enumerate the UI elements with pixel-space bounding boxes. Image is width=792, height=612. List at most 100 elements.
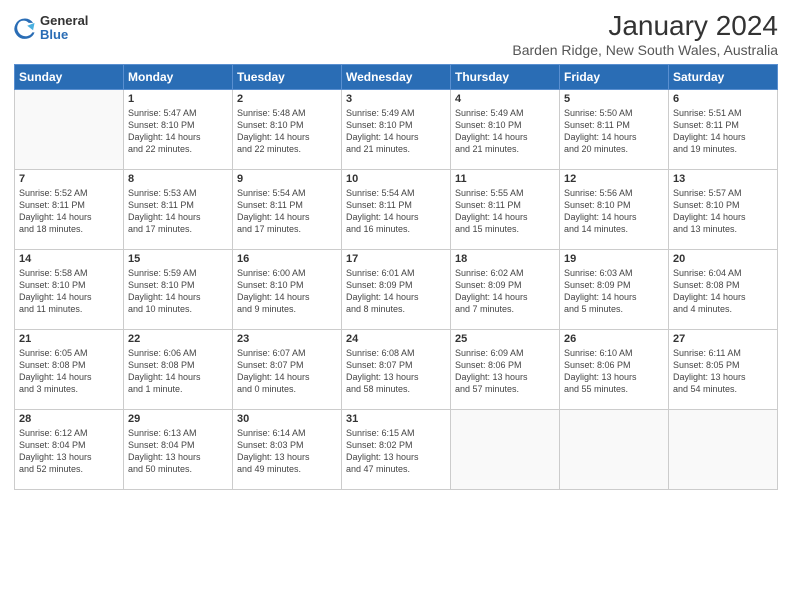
day-number: 28 (19, 413, 119, 425)
col-saturday: Saturday (669, 65, 778, 90)
day-number: 21 (19, 333, 119, 345)
col-friday: Friday (560, 65, 669, 90)
table-row: 31 Sunrise: 6:15 AM Sunset: 8:02 PM Dayli… (342, 410, 451, 490)
day-info: Sunrise: 5:49 AM Sunset: 8:10 PM Dayligh… (346, 107, 446, 156)
day-number: 11 (455, 173, 555, 185)
day-info: Sunrise: 6:11 AM Sunset: 8:05 PM Dayligh… (673, 347, 773, 396)
table-row: 28Sunrise: 6:12 AM Sunset: 8:04 PM Dayli… (15, 410, 124, 490)
day-info: Sunrise: 6:01 AM Sunset: 8:09 PM Dayligh… (346, 267, 446, 316)
table-row: 12Sunrise: 5:56 AM Sunset: 8:10 PM Dayli… (560, 170, 669, 250)
title-area: January 2024 Barden Ridge, New South Wal… (512, 10, 778, 58)
table-row (669, 410, 778, 490)
logo: General Blue (14, 14, 88, 43)
day-number: 7 (19, 173, 119, 185)
day-number: 27 (673, 333, 773, 345)
table-row: 23 Sunrise: 6:07 AM Sunset: 8:07 PM Dayli… (233, 330, 342, 410)
day-number: 4 (455, 93, 555, 105)
table-row: 26 Sunrise: 6:10 AM Sunset: 8:06 PM Dayli… (560, 330, 669, 410)
day-number: 31 (346, 413, 446, 425)
col-monday: Monday (124, 65, 233, 90)
day-info: Sunrise: 6:13 AM Sunset: 8:04 PM Dayligh… (128, 427, 228, 476)
day-number: 9 (237, 173, 337, 185)
calendar-week-row: 28Sunrise: 6:12 AM Sunset: 8:04 PM Dayli… (15, 410, 778, 490)
col-thursday: Thursday (451, 65, 560, 90)
table-row: 5 Sunrise: 5:50 AM Sunset: 8:11 PM Daylig… (560, 90, 669, 170)
table-row: 16Sunrise: 6:00 AM Sunset: 8:10 PM Dayli… (233, 250, 342, 330)
day-info: Sunrise: 6:08 AM Sunset: 8:07 PM Dayligh… (346, 347, 446, 396)
day-info: Sunrise: 6:02 AM Sunset: 8:09 PM Dayligh… (455, 267, 555, 316)
day-number: 30 (237, 413, 337, 425)
table-row: 13 Sunrise: 5:57 AM Sunset: 8:10 PM Dayli… (669, 170, 778, 250)
day-info: Sunrise: 5:49 AM Sunset: 8:10 PM Dayligh… (455, 107, 555, 156)
day-info: Sunrise: 5:51 AM Sunset: 8:11 PM Dayligh… (673, 107, 773, 156)
table-row (15, 90, 124, 170)
day-info: Sunrise: 6:10 AM Sunset: 8:06 PM Dayligh… (564, 347, 664, 396)
day-number: 22 (128, 333, 228, 345)
calendar-table: Sunday Monday Tuesday Wednesday Thursday… (14, 64, 778, 490)
day-info: Sunrise: 6:14 AM Sunset: 8:03 PM Dayligh… (237, 427, 337, 476)
day-number: 15 (128, 253, 228, 265)
table-row: 17 Sunrise: 6:01 AM Sunset: 8:09 PM Dayli… (342, 250, 451, 330)
table-row: 9Sunrise: 5:54 AM Sunset: 8:11 PM Daylig… (233, 170, 342, 250)
day-number: 18 (455, 253, 555, 265)
day-info: Sunrise: 5:48 AM Sunset: 8:10 PM Dayligh… (237, 107, 337, 156)
table-row: 24Sunrise: 6:08 AM Sunset: 8:07 PM Dayli… (342, 330, 451, 410)
calendar-subtitle: Barden Ridge, New South Wales, Australia (512, 42, 778, 58)
col-wednesday: Wednesday (342, 65, 451, 90)
table-row: 3Sunrise: 5:49 AM Sunset: 8:10 PM Daylig… (342, 90, 451, 170)
table-row: 30 Sunrise: 6:14 AM Sunset: 8:03 PM Dayli… (233, 410, 342, 490)
day-number: 26 (564, 333, 664, 345)
table-row: 2 Sunrise: 5:48 AM Sunset: 8:10 PM Daylig… (233, 90, 342, 170)
day-info: Sunrise: 5:47 AM Sunset: 8:10 PM Dayligh… (128, 107, 228, 156)
table-row: 6 Sunrise: 5:51 AM Sunset: 8:11 PM Daylig… (669, 90, 778, 170)
table-row: 29Sunrise: 6:13 AM Sunset: 8:04 PM Dayli… (124, 410, 233, 490)
day-info: Sunrise: 6:03 AM Sunset: 8:09 PM Dayligh… (564, 267, 664, 316)
logo-general: General (40, 14, 88, 28)
table-row: 21 Sunrise: 6:05 AM Sunset: 8:08 PM Dayli… (15, 330, 124, 410)
calendar-week-row: 7 Sunrise: 5:52 AM Sunset: 8:11 PM Daylig… (15, 170, 778, 250)
day-number: 13 (673, 173, 773, 185)
day-info: Sunrise: 5:52 AM Sunset: 8:11 PM Dayligh… (19, 187, 119, 236)
day-info: Sunrise: 5:55 AM Sunset: 8:11 PM Dayligh… (455, 187, 555, 236)
col-tuesday: Tuesday (233, 65, 342, 90)
table-row: 7 Sunrise: 5:52 AM Sunset: 8:11 PM Daylig… (15, 170, 124, 250)
table-row: 4 Sunrise: 5:49 AM Sunset: 8:10 PM Daylig… (451, 90, 560, 170)
day-info: Sunrise: 6:07 AM Sunset: 8:07 PM Dayligh… (237, 347, 337, 396)
day-info: Sunrise: 6:06 AM Sunset: 8:08 PM Dayligh… (128, 347, 228, 396)
day-info: Sunrise: 6:05 AM Sunset: 8:08 PM Dayligh… (19, 347, 119, 396)
day-number: 17 (346, 253, 446, 265)
day-number: 25 (455, 333, 555, 345)
day-number: 8 (128, 173, 228, 185)
table-row: 14Sunrise: 5:58 AM Sunset: 8:10 PM Dayli… (15, 250, 124, 330)
logo-icon (14, 17, 36, 39)
day-info: Sunrise: 5:50 AM Sunset: 8:11 PM Dayligh… (564, 107, 664, 156)
table-row: 22 Sunrise: 6:06 AM Sunset: 8:08 PM Dayli… (124, 330, 233, 410)
day-info: Sunrise: 5:59 AM Sunset: 8:10 PM Dayligh… (128, 267, 228, 316)
day-number: 1 (128, 93, 228, 105)
table-row: 15 Sunrise: 5:59 AM Sunset: 8:10 PM Dayli… (124, 250, 233, 330)
table-row: 8 Sunrise: 5:53 AM Sunset: 8:11 PM Daylig… (124, 170, 233, 250)
day-number: 23 (237, 333, 337, 345)
table-row: 10Sunrise: 5:54 AM Sunset: 8:11 PM Dayli… (342, 170, 451, 250)
calendar-header-row: Sunday Monday Tuesday Wednesday Thursday… (15, 65, 778, 90)
calendar-week-row: 21 Sunrise: 6:05 AM Sunset: 8:08 PM Dayli… (15, 330, 778, 410)
day-number: 12 (564, 173, 664, 185)
day-number: 20 (673, 253, 773, 265)
day-number: 5 (564, 93, 664, 105)
day-info: Sunrise: 6:15 AM Sunset: 8:02 PM Dayligh… (346, 427, 446, 476)
logo-blue: Blue (40, 28, 88, 42)
table-row: 19Sunrise: 6:03 AM Sunset: 8:09 PM Dayli… (560, 250, 669, 330)
calendar-week-row: 14Sunrise: 5:58 AM Sunset: 8:10 PM Dayli… (15, 250, 778, 330)
col-sunday: Sunday (15, 65, 124, 90)
day-info: Sunrise: 5:54 AM Sunset: 8:11 PM Dayligh… (346, 187, 446, 236)
day-info: Sunrise: 5:53 AM Sunset: 8:11 PM Dayligh… (128, 187, 228, 236)
day-info: Sunrise: 5:57 AM Sunset: 8:10 PM Dayligh… (673, 187, 773, 236)
table-row (451, 410, 560, 490)
day-info: Sunrise: 6:00 AM Sunset: 8:10 PM Dayligh… (237, 267, 337, 316)
day-info: Sunrise: 6:04 AM Sunset: 8:08 PM Dayligh… (673, 267, 773, 316)
day-info: Sunrise: 5:58 AM Sunset: 8:10 PM Dayligh… (19, 267, 119, 316)
day-number: 2 (237, 93, 337, 105)
day-number: 6 (673, 93, 773, 105)
day-info: Sunrise: 6:09 AM Sunset: 8:06 PM Dayligh… (455, 347, 555, 396)
calendar-header: General Blue January 2024 Barden Ridge, … (14, 10, 778, 58)
